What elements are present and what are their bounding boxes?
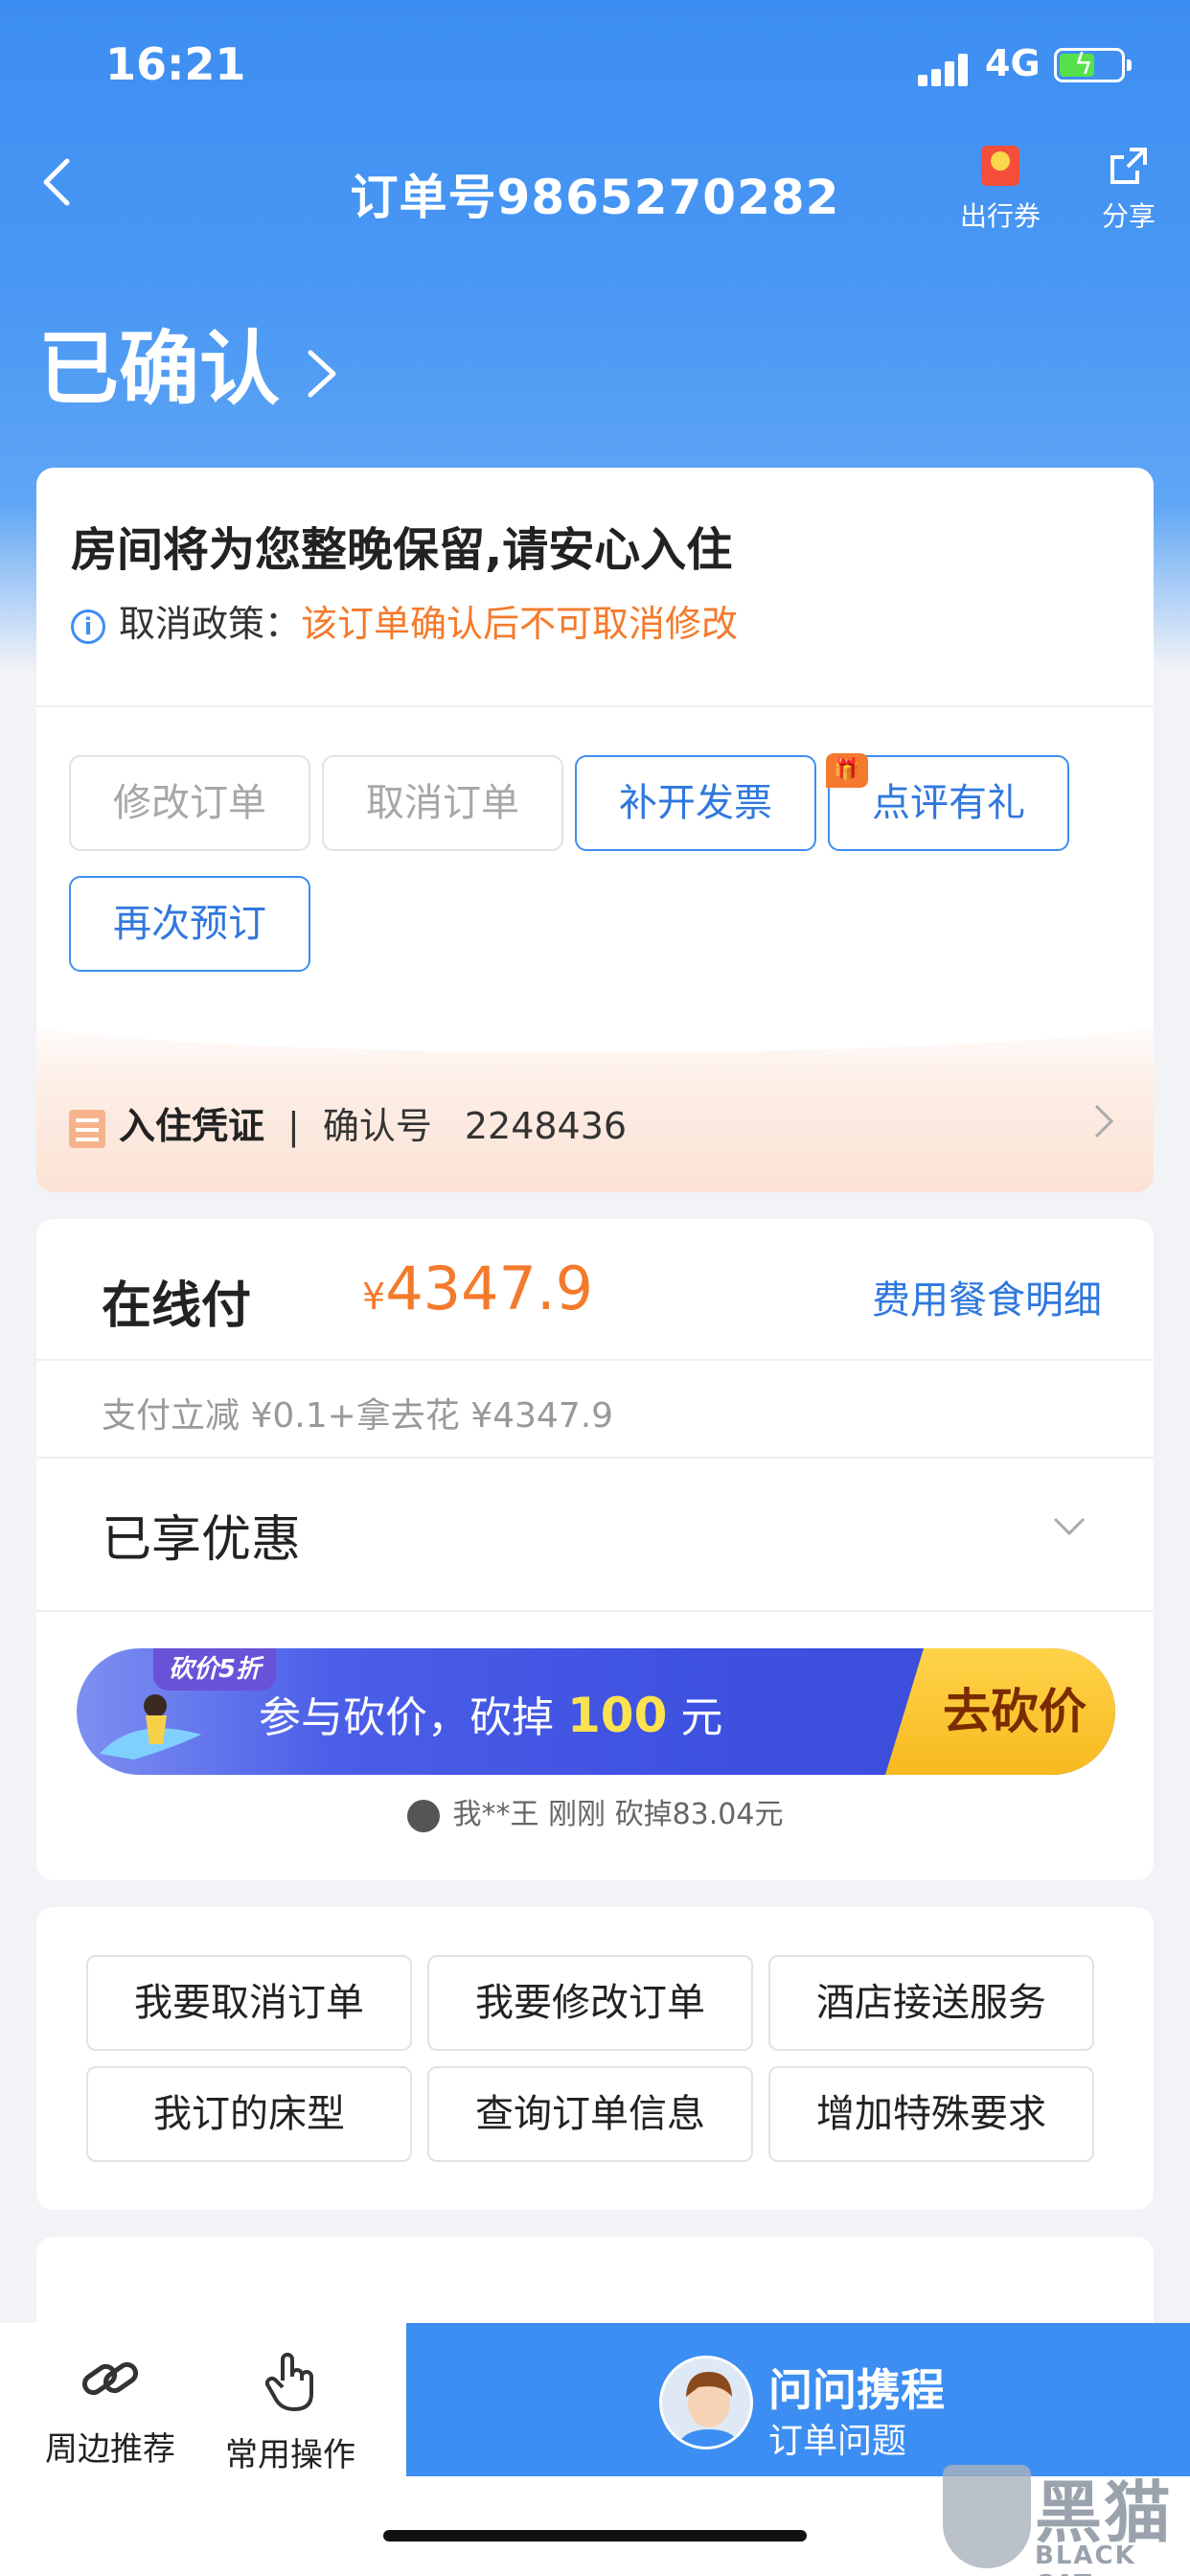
ask-subtitle: 订单问题: [768, 2422, 907, 2461]
home-indicator: [383, 2530, 807, 2542]
share-button[interactable]: 分享: [1071, 146, 1186, 242]
avatar: [406, 1799, 440, 1832]
receipt-icon: [69, 1109, 105, 1148]
question-cancel-order[interactable]: 我要取消订单: [86, 1955, 412, 2051]
tab-common-label: 常用操作: [225, 2436, 355, 2474]
status-bar: 16:21 4G ϟ: [0, 36, 1190, 94]
enjoyed-discount-label[interactable]: 已享优惠: [102, 1499, 301, 1571]
gift-icon: 🎁: [826, 753, 868, 788]
status-time: 16:21: [105, 38, 246, 90]
pay-method-label: 在线付: [102, 1277, 252, 1335]
tab-nearby[interactable]: 周边推荐: [19, 2348, 201, 2470]
chevron-right-icon: [1092, 1102, 1115, 1144]
watermark: 黑猫 BLACK CAT: [929, 2453, 1190, 2576]
coupon-icon: [981, 146, 1019, 186]
bargain-banner[interactable]: 砍价5折 参与砍价，砍掉 100 元 去砍价: [77, 1648, 1115, 1775]
cancel-order-button[interactable]: 取消订单: [322, 755, 563, 851]
divider: [36, 1359, 1154, 1361]
order-status-text: 已确认: [38, 322, 281, 416]
battery-icon: ϟ: [1054, 48, 1132, 82]
share-icon: [1110, 148, 1147, 184]
coupon-button[interactable]: 出行券: [943, 146, 1058, 242]
question-bed-type[interactable]: 我订的床型: [86, 2066, 412, 2162]
checkin-voucher-row[interactable]: 入住凭证 | 确认号 2248436: [36, 976, 1154, 1192]
review-reward-button[interactable]: 🎁 点评有礼: [826, 753, 1069, 851]
pay-amount: ¥4347.9: [362, 1254, 594, 1323]
tap-hand-icon: [264, 2353, 313, 2411]
confirm-label: 确认号: [322, 1105, 432, 1147]
book-again-button[interactable]: 再次预订: [69, 876, 310, 972]
voucher-label: 入住凭证: [119, 1105, 265, 1147]
network-type: 4G: [985, 42, 1041, 84]
info-icon: i: [71, 609, 105, 644]
tab-nearby-label: 周边推荐: [45, 2430, 175, 2469]
question-modify-order[interactable]: 我要修改订单: [427, 1955, 753, 2051]
modify-order-button[interactable]: 修改订单: [69, 755, 310, 851]
tab-common-actions[interactable]: 常用操作: [199, 2348, 381, 2475]
share-label: 分享: [1101, 200, 1156, 232]
policy-label: 取消政策：: [119, 603, 302, 645]
review-reward-label: 点评有礼: [872, 781, 1025, 825]
dolphin-rider-illustration: [96, 1677, 211, 1773]
bargain-tag: 砍价5折: [153, 1648, 277, 1690]
cat-shield-logo: [943, 2465, 1031, 2568]
chevron-down-icon[interactable]: [1052, 1516, 1087, 1541]
question-special-request[interactable]: 增加特殊要求: [768, 2066, 1094, 2162]
cancel-policy: i 取消政策：该订单确认后不可取消修改: [71, 594, 738, 647]
question-order-info[interactable]: 查询订单信息: [427, 2066, 753, 2162]
divider: [36, 1610, 1154, 1612]
fee-detail-link[interactable]: 费用餐食明细: [872, 1269, 1102, 1324]
ask-title: 问问携程: [768, 2364, 945, 2416]
policy-text: 该订单确认后不可取消修改: [301, 603, 739, 645]
link-icon: [81, 2361, 139, 2396]
bargain-text: 参与砍价，砍掉 100 元: [259, 1688, 723, 1743]
nav-bar: 订单号9865270282 出行券 分享: [0, 144, 1190, 240]
question-hotel-shuttle[interactable]: 酒店接送服务: [768, 1955, 1094, 2051]
reservation-headline: 房间将为您整晚保留,请安心入住: [71, 523, 733, 577]
chevron-right-icon: [303, 328, 341, 422]
divider: [36, 1457, 1154, 1459]
go-bargain-button[interactable]: 去砍价: [885, 1648, 1115, 1775]
bargain-activity: 我**王 刚刚 砍掉83.04元: [36, 1790, 1154, 1832]
agent-avatar: [659, 2356, 753, 2450]
order-status[interactable]: 已确认: [38, 305, 341, 422]
payment-card: 在线付 ¥4347.9 费用餐食明细 支付立减 ¥0.1+拿去花 ¥4347.9…: [36, 1219, 1154, 1880]
discount-note: 支付立减 ¥0.1+拿去花 ¥4347.9: [102, 1396, 614, 1436]
reservation-card: 房间将为您整晚保留,请安心入住 i 取消政策：该订单确认后不可取消修改 修改订单 …: [36, 468, 1154, 1192]
invoice-button[interactable]: 补开发票: [575, 755, 816, 851]
watermark-sub: BLACK CAT: [1035, 2542, 1136, 2576]
voucher-separator: |: [287, 1105, 300, 1147]
confirm-number: 2248436: [464, 1105, 628, 1147]
divider: [36, 705, 1154, 707]
quick-questions-card: 我要取消订单 我要修改订单 酒店接送服务 我订的床型 查询订单信息 增加特殊要求: [36, 1907, 1154, 2210]
signal-icon: [918, 52, 973, 86]
coupon-label: 出行券: [959, 200, 1041, 232]
